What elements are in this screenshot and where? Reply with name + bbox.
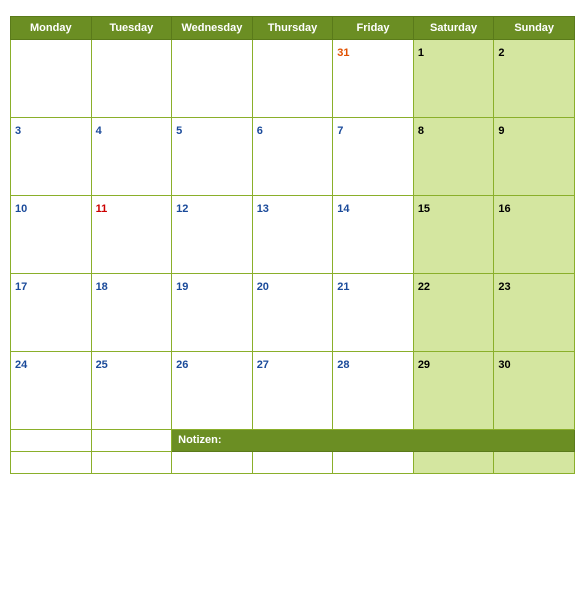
day-cell: 15 bbox=[413, 196, 494, 274]
week-row-1: 3 4 5 6 7 8 9 bbox=[11, 118, 575, 196]
notes-empty-1 bbox=[11, 430, 92, 452]
day-number: 13 bbox=[257, 203, 269, 215]
notes-row: Notizen: bbox=[11, 430, 575, 452]
day-number: 5 bbox=[176, 125, 182, 137]
day-number: 11 bbox=[96, 203, 108, 215]
day-cell: 2 bbox=[494, 40, 575, 118]
day-number: 28 bbox=[337, 359, 349, 371]
day-number: 26 bbox=[176, 359, 188, 371]
day-cell: 17 bbox=[11, 274, 92, 352]
day-number: 12 bbox=[176, 203, 188, 215]
header-wednesday: Wednesday bbox=[172, 17, 253, 40]
day-number: 25 bbox=[96, 359, 108, 371]
last-row-cell bbox=[91, 452, 172, 474]
day-cell: 31 bbox=[333, 40, 414, 118]
header-friday: Friday bbox=[333, 17, 414, 40]
day-number: 17 bbox=[15, 281, 27, 293]
day-cell bbox=[172, 40, 253, 118]
day-cell: 27 bbox=[252, 352, 333, 430]
day-cell: 26 bbox=[172, 352, 253, 430]
day-cell: 10 bbox=[11, 196, 92, 274]
header-row: MondayTuesdayWednesdayThursdayFridaySatu… bbox=[11, 17, 575, 40]
day-cell: 9 bbox=[494, 118, 575, 196]
day-number: 1 bbox=[418, 47, 424, 59]
calendar-table: MondayTuesdayWednesdayThursdayFridaySatu… bbox=[10, 16, 575, 474]
day-cell: 14 bbox=[333, 196, 414, 274]
day-cell: 22 bbox=[413, 274, 494, 352]
week-row-4: 24 25 26 27 28 29 30 bbox=[11, 352, 575, 430]
last-row-cell bbox=[494, 452, 575, 474]
last-row-cell bbox=[11, 452, 92, 474]
last-row-cell bbox=[172, 452, 253, 474]
day-cell: 7 bbox=[333, 118, 414, 196]
day-number: 30 bbox=[498, 359, 510, 371]
header-monday: Monday bbox=[11, 17, 92, 40]
week-row-0: 31 1 2 bbox=[11, 40, 575, 118]
day-cell: 24 bbox=[11, 352, 92, 430]
day-number: 14 bbox=[337, 203, 349, 215]
notes-empty-2 bbox=[91, 430, 172, 452]
day-number: 29 bbox=[418, 359, 430, 371]
day-cell bbox=[252, 40, 333, 118]
day-cell: 29 bbox=[413, 352, 494, 430]
day-number: 31 bbox=[337, 47, 349, 59]
last-row-cell bbox=[252, 452, 333, 474]
day-cell bbox=[91, 40, 172, 118]
day-number: 19 bbox=[176, 281, 188, 293]
header-tuesday: Tuesday bbox=[91, 17, 172, 40]
day-number: 22 bbox=[418, 281, 430, 293]
day-cell bbox=[11, 40, 92, 118]
day-cell: 23 bbox=[494, 274, 575, 352]
day-cell: 25 bbox=[91, 352, 172, 430]
notes-label: Notizen: bbox=[172, 430, 575, 452]
day-cell: 12 bbox=[172, 196, 253, 274]
day-cell: 6 bbox=[252, 118, 333, 196]
week-row-2: 10 11 12 13 14 15 16 bbox=[11, 196, 575, 274]
day-cell: 28 bbox=[333, 352, 414, 430]
last-row bbox=[11, 452, 575, 474]
day-number: 9 bbox=[498, 125, 504, 137]
day-number: 20 bbox=[257, 281, 269, 293]
header-sunday: Sunday bbox=[494, 17, 575, 40]
day-number: 3 bbox=[15, 125, 21, 137]
last-row-cell bbox=[333, 452, 414, 474]
week-row-3: 17 18 19 20 21 22 23 bbox=[11, 274, 575, 352]
day-cell: 3 bbox=[11, 118, 92, 196]
day-number: 23 bbox=[498, 281, 510, 293]
day-cell: 1 bbox=[413, 40, 494, 118]
day-number: 8 bbox=[418, 125, 424, 137]
day-cell: 30 bbox=[494, 352, 575, 430]
day-number: 15 bbox=[418, 203, 430, 215]
day-cell: 4 bbox=[91, 118, 172, 196]
day-number: 18 bbox=[96, 281, 108, 293]
day-cell: 13 bbox=[252, 196, 333, 274]
day-cell: 11 bbox=[91, 196, 172, 274]
day-cell: 20 bbox=[252, 274, 333, 352]
day-cell: 21 bbox=[333, 274, 414, 352]
day-number: 27 bbox=[257, 359, 269, 371]
day-number: 4 bbox=[96, 125, 102, 137]
day-number: 7 bbox=[337, 125, 343, 137]
header-thursday: Thursday bbox=[252, 17, 333, 40]
day-number: 21 bbox=[337, 281, 349, 293]
day-number: 6 bbox=[257, 125, 263, 137]
day-cell: 5 bbox=[172, 118, 253, 196]
header-saturday: Saturday bbox=[413, 17, 494, 40]
day-number: 2 bbox=[498, 47, 504, 59]
day-number: 10 bbox=[15, 203, 27, 215]
day-number: 24 bbox=[15, 359, 27, 371]
day-cell: 8 bbox=[413, 118, 494, 196]
day-number: 16 bbox=[498, 203, 510, 215]
last-row-cell bbox=[413, 452, 494, 474]
day-cell: 18 bbox=[91, 274, 172, 352]
day-cell: 19 bbox=[172, 274, 253, 352]
day-cell: 16 bbox=[494, 196, 575, 274]
